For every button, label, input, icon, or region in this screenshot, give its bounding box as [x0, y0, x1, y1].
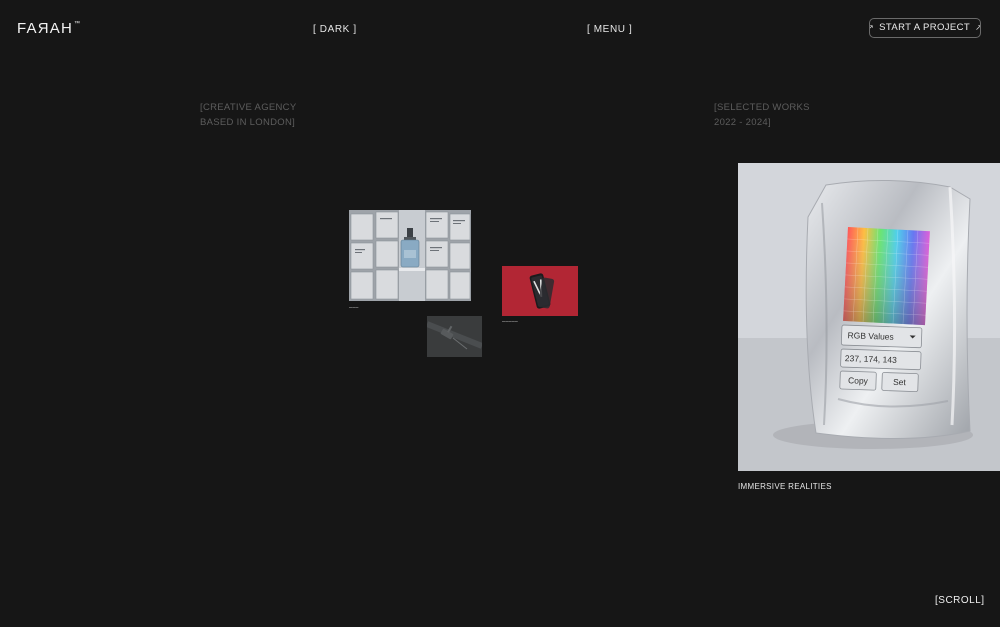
cosmetics-image: [349, 210, 471, 301]
page: FAЯAH™ [ DARK ] [ MENU ] START A PROJECT…: [0, 0, 1000, 627]
mockup-set-label: Set: [893, 377, 907, 387]
mockup-value: 237, 174, 143: [845, 353, 898, 365]
foil-pouch-mockup: RGB Values 237, 174, 143 Copy Set: [738, 163, 1000, 471]
thumbnail-caption: ▬▬▬▬▬: [502, 319, 518, 323]
project-thumbnail-object[interactable]: [427, 316, 482, 357]
cta-marquee: START A PROJECT ↗ START A PROJECT ↗: [870, 22, 980, 33]
featured-project-title[interactable]: IMMERSIVE REALITIES: [738, 482, 832, 491]
theme-toggle-button[interactable]: [ DARK ]: [313, 24, 357, 35]
logo[interactable]: FAЯAH™: [17, 20, 81, 37]
project-thumbnail-phone[interactable]: [502, 266, 578, 316]
logo-text: FAЯAH: [17, 20, 74, 37]
agency-tagline-line-1: [CREATIVE AGENCY: [200, 102, 297, 113]
works-tagline-line-1: [SELECTED WORKS: [714, 102, 810, 113]
arrow-up-right-icon: ↗: [870, 23, 874, 32]
menu-button[interactable]: [ MENU ]: [587, 24, 632, 35]
scroll-indicator[interactable]: [SCROLL]: [935, 595, 985, 606]
mockup-copy-label: Copy: [848, 375, 869, 386]
works-tagline-line-2: 2022 - 2024]: [714, 116, 771, 128]
trademark-mark: ™: [74, 21, 82, 27]
mockup-dropdown-label: RGB Values: [847, 330, 893, 342]
phone-image: [502, 266, 578, 316]
arrow-up-right-icon: ↗: [975, 23, 980, 32]
agency-tagline-line-2: BASED IN LONDON]: [200, 116, 296, 128]
object-image: [427, 316, 482, 357]
thumbnail-caption: ▬▬▬: [349, 305, 359, 309]
project-thumbnail-cosmetics[interactable]: [349, 210, 471, 301]
works-tagline: [SELECTED WORKS 2022 - 2024]: [714, 101, 810, 130]
cta-item: ↗ START A PROJECT ↗: [870, 22, 980, 33]
cta-label: START A PROJECT: [879, 22, 971, 33]
agency-tagline: [CREATIVE AGENCY BASED IN LONDON]: [200, 101, 296, 130]
start-project-button[interactable]: START A PROJECT ↗ START A PROJECT ↗: [869, 18, 981, 38]
featured-project-image[interactable]: RGB Values 237, 174, 143 Copy Set: [738, 163, 1000, 471]
